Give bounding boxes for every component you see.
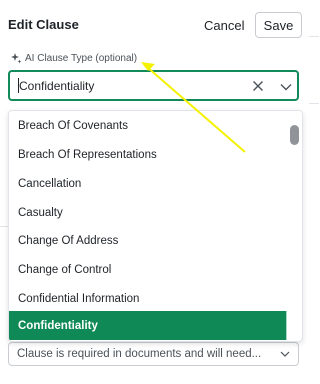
divider <box>309 36 319 37</box>
dropdown-option[interactable]: Casualty <box>9 198 287 227</box>
clause-type-label-text: AI Clause Type (optional) <box>25 52 138 64</box>
dropdown-option[interactable]: Change of Control <box>9 255 287 284</box>
clause-type-dropdown: Breach Of Covenants Breach Of Representa… <box>8 110 303 342</box>
dropdown-option-selected[interactable]: Confidentiality <box>9 311 302 340</box>
divider <box>309 103 319 104</box>
dropdown-scrollbar-thumb[interactable] <box>290 125 299 145</box>
sparkle-icon <box>11 53 22 64</box>
close-icon[interactable] <box>250 78 266 94</box>
dropdown-option[interactable]: Breach Of Representations <box>9 140 287 169</box>
dropdown-option[interactable]: Cancellation <box>9 169 287 198</box>
divider <box>0 226 8 227</box>
chevron-down-icon[interactable] <box>278 79 294 95</box>
panel-header: Edit Clause Cancel Save <box>8 12 310 38</box>
page-title: Edit Clause <box>8 17 79 32</box>
cancel-button[interactable]: Cancel <box>198 12 250 38</box>
dropdown-option[interactable]: Breach Of Covenants <box>9 111 287 140</box>
edit-clause-panel: Edit Clause Cancel Save AI Clause Type (… <box>0 0 319 384</box>
requirement-select-value: Clause is required in documents and will… <box>17 348 262 360</box>
requirement-select[interactable]: Clause is required in documents and will… <box>8 342 299 366</box>
dropdown-scrollbar[interactable] <box>287 111 302 341</box>
save-button[interactable]: Save <box>255 12 302 38</box>
dropdown-option[interactable]: Change Of Address <box>9 226 287 255</box>
chevron-down-icon[interactable] <box>279 348 291 360</box>
dropdown-option[interactable]: Confidential Information <box>9 284 287 313</box>
clause-type-combobox[interactable]: Confidentiality <box>8 70 299 101</box>
clause-type-label: AI Clause Type (optional) <box>10 51 137 65</box>
clause-type-input[interactable]: Confidentiality <box>19 79 94 93</box>
dropdown-option-label: Confidentiality <box>18 319 98 332</box>
